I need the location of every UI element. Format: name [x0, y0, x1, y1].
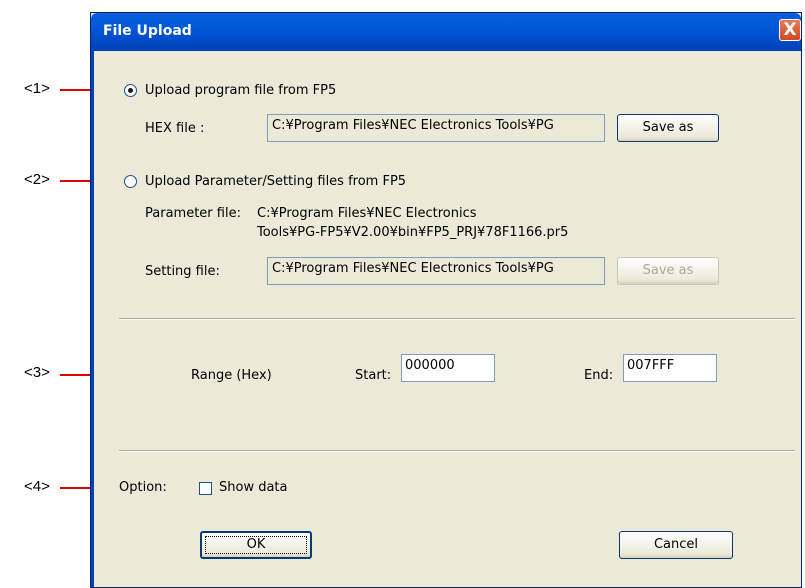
hex-file-label: HEX file :	[145, 121, 205, 136]
start-label: Start:	[355, 368, 392, 383]
upload-program-label[interactable]: Upload program file from FP5	[145, 83, 336, 98]
show-data-checkbox[interactable]	[199, 482, 212, 495]
parameter-file-path-line2: Tools¥PG-FP5¥V2.00¥bin¥FP5_PRJ¥78F1166.p…	[257, 225, 569, 240]
close-icon: X	[783, 20, 797, 40]
upload-program-radio[interactable]	[124, 84, 137, 97]
start-address-input[interactable]: 000000	[401, 354, 495, 382]
show-data-label[interactable]: Show data	[219, 480, 288, 495]
hex-save-as-button[interactable]: Save as	[617, 114, 719, 142]
dialog-title: File Upload	[103, 23, 192, 39]
setting-file-path-field[interactable]: C:¥Program Files¥NEC Electronics Tools¥P…	[267, 257, 605, 285]
title-bar[interactable]: File Upload X	[91, 13, 801, 51]
close-button[interactable]: X	[779, 19, 801, 41]
ok-button-label: OK	[246, 537, 266, 552]
callout-1: <1>	[24, 80, 50, 97]
window-frame	[91, 51, 94, 587]
option-label: Option:	[119, 480, 167, 495]
hex-file-path-field[interactable]: C:¥Program Files¥NEC Electronics Tools¥P…	[267, 114, 605, 142]
end-label: End:	[584, 368, 614, 383]
separator-top	[119, 318, 795, 320]
setting-save-as-button[interactable]: Save as	[617, 257, 719, 285]
callout-4: <4>	[24, 478, 50, 495]
upload-param-radio[interactable]	[124, 175, 137, 188]
parameter-file-path-line1: C:¥Program Files¥NEC Electronics	[257, 206, 477, 221]
range-label: Range (Hex)	[191, 368, 272, 383]
separator-bottom	[119, 450, 795, 452]
parameter-file-label: Parameter file:	[145, 206, 241, 221]
file-upload-dialog: File Upload X Upload program file from F…	[90, 12, 802, 588]
callout-2: <2>	[24, 171, 50, 188]
callout-3: <3>	[24, 364, 50, 381]
cancel-button[interactable]: Cancel	[619, 531, 733, 559]
end-address-input[interactable]: 007FFF	[623, 354, 717, 382]
ok-button[interactable]: OK	[200, 531, 312, 559]
upload-param-label[interactable]: Upload Parameter/Setting files from FP5	[145, 174, 406, 189]
setting-file-label: Setting file:	[145, 264, 220, 279]
